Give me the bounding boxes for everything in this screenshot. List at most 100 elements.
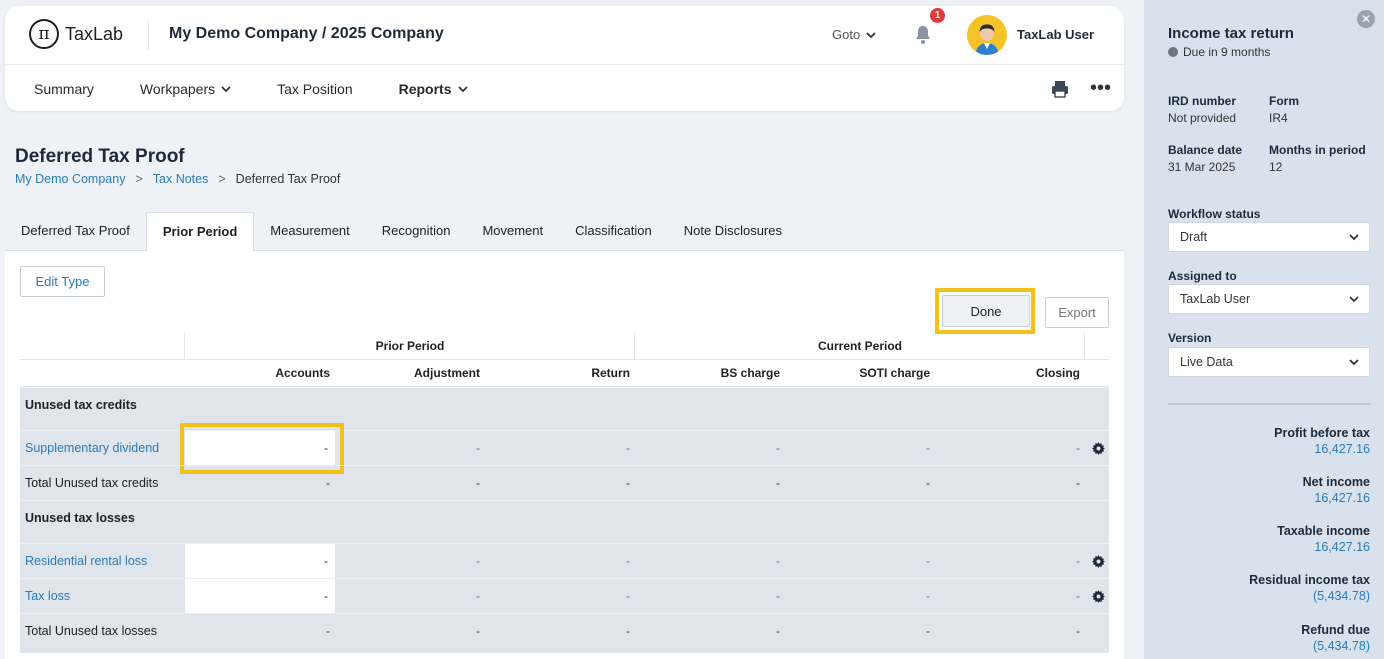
metric-value[interactable]: (5,434.78) xyxy=(1301,639,1370,653)
due-status: Due in 9 months xyxy=(1168,45,1270,59)
metric-profit-before-tax: Profit before tax 16,427.16 xyxy=(1274,426,1370,456)
metric-label: Residual income tax xyxy=(1249,573,1370,587)
total-label: Total Unused tax credits xyxy=(25,476,159,490)
months-value: 12 xyxy=(1269,160,1283,174)
table-column-header: Accounts Adjustment Return BS charge SOT… xyxy=(20,360,1109,387)
total-cell: - xyxy=(326,476,330,490)
metric-label: Refund due xyxy=(1301,623,1370,637)
accounts-input[interactable]: - xyxy=(185,544,335,579)
deferred-tax-table: Prior Period Current Period Accounts Adj… xyxy=(20,332,1109,653)
total-cell: - xyxy=(776,476,780,490)
adjustment-cell[interactable]: - xyxy=(335,554,485,568)
metric-value[interactable]: (5,434.78) xyxy=(1249,589,1370,603)
group-prior-period: Prior Period xyxy=(375,339,445,353)
nav-reports[interactable]: Reports xyxy=(399,81,468,97)
panel-title: Income tax return xyxy=(1168,25,1294,42)
tab-movement[interactable]: Movement xyxy=(466,212,559,250)
total-cell: - xyxy=(776,624,780,638)
return-cell[interactable]: - xyxy=(485,589,635,603)
total-row: Total Unused tax credits - - - - - - xyxy=(20,465,1109,500)
soti-charge-cell[interactable]: - xyxy=(785,554,935,568)
goto-label: Goto xyxy=(832,27,861,42)
bs-charge-cell[interactable]: - xyxy=(635,554,785,568)
print-icon[interactable] xyxy=(1050,79,1070,99)
username[interactable]: TaxLab User xyxy=(1017,27,1094,42)
section-title: Unused tax credits xyxy=(25,398,137,412)
header-divider xyxy=(5,64,1124,65)
gear-icon[interactable] xyxy=(1092,442,1105,455)
tab-note-disclosures[interactable]: Note Disclosures xyxy=(668,212,798,250)
main-nav: Summary Workpapers Tax Position Reports xyxy=(34,81,514,97)
tab-deferred-tax-proof[interactable]: Deferred Tax Proof xyxy=(5,212,146,250)
taxlab-logo[interactable]: π TaxLab xyxy=(29,19,123,49)
assigned-to-select[interactable]: TaxLab User xyxy=(1168,284,1370,314)
more-options-icon[interactable]: ••• xyxy=(1090,78,1111,98)
user-avatar-icon xyxy=(975,24,999,55)
goto-dropdown[interactable]: Goto xyxy=(832,27,876,42)
breadcrumb-tax-notes[interactable]: Tax Notes xyxy=(153,172,209,186)
nav-tax-position[interactable]: Tax Position xyxy=(277,81,352,97)
row-label-supplementary-dividend[interactable]: Supplementary dividend xyxy=(25,441,159,455)
total-cell: - xyxy=(626,476,630,490)
bs-charge-cell[interactable]: - xyxy=(635,441,785,455)
total-cell: - xyxy=(326,624,330,638)
total-cell: - xyxy=(926,476,930,490)
chevron-down-icon xyxy=(866,31,876,38)
edit-type-button[interactable]: Edit Type xyxy=(20,266,105,297)
bs-charge-cell[interactable]: - xyxy=(635,589,785,603)
company-title: My Demo Company / 2025 Company xyxy=(169,25,444,42)
closing-cell[interactable]: - xyxy=(935,441,1085,455)
table-row: Tax loss - - - - - - xyxy=(20,578,1109,614)
version-select[interactable]: Live Data xyxy=(1168,347,1370,377)
closing-cell[interactable]: - xyxy=(935,589,1085,603)
tab-measurement[interactable]: Measurement xyxy=(254,212,365,250)
tab-prior-period[interactable]: Prior Period xyxy=(145,212,255,252)
gear-icon[interactable] xyxy=(1092,590,1105,603)
return-cell[interactable]: - xyxy=(485,554,635,568)
content-panel: Edit Type Done Export Prior Period Curre… xyxy=(5,251,1124,659)
due-text: Due in 9 months xyxy=(1183,45,1271,59)
done-button[interactable]: Done xyxy=(942,295,1030,327)
metric-label: Taxable income xyxy=(1277,524,1370,538)
chevron-down-icon xyxy=(1349,359,1359,366)
form-value: IR4 xyxy=(1269,111,1288,125)
adjustment-cell[interactable]: - xyxy=(335,441,485,455)
section-header: Unused tax losses xyxy=(20,500,1109,543)
nav-workpapers-label: Workpapers xyxy=(139,81,216,97)
assigned-value: TaxLab User xyxy=(1180,292,1251,306)
total-cell: - xyxy=(476,476,480,490)
row-label-tax-loss[interactable]: Tax loss xyxy=(25,589,70,603)
nav-summary[interactable]: Summary xyxy=(34,81,94,97)
adjustment-cell[interactable]: - xyxy=(335,589,485,603)
tab-recognition[interactable]: Recognition xyxy=(366,212,467,250)
close-icon[interactable]: ✕ xyxy=(1357,10,1375,28)
col-soti-charge: SOTI charge xyxy=(859,366,930,380)
export-button[interactable]: Export xyxy=(1045,297,1109,328)
breadcrumb-separator: > xyxy=(135,172,143,186)
total-label: Total Unused tax losses xyxy=(25,624,158,638)
breadcrumb-company[interactable]: My Demo Company xyxy=(15,172,125,186)
avatar[interactable] xyxy=(967,15,1007,55)
tab-classification[interactable]: Classification xyxy=(559,212,668,250)
return-cell[interactable]: - xyxy=(485,441,635,455)
workflow-status-select[interactable]: Draft xyxy=(1168,222,1370,252)
pi-logo-icon: π xyxy=(29,19,59,49)
metric-value[interactable]: 16,427.16 xyxy=(1277,540,1370,554)
metric-residual-income-tax: Residual income tax (5,434.78) xyxy=(1249,573,1370,603)
workflow-label: Workflow status xyxy=(1168,207,1261,221)
soti-charge-cell[interactable]: - xyxy=(785,441,935,455)
metric-label: Net income xyxy=(1302,475,1370,489)
nav-tax-position-label: Tax Position xyxy=(277,81,353,97)
nav-workpapers[interactable]: Workpapers xyxy=(140,81,231,97)
total-cell: - xyxy=(1076,476,1080,490)
row-label-residential-rental-loss[interactable]: Residential rental loss xyxy=(25,554,147,568)
gear-icon[interactable] xyxy=(1092,555,1105,568)
metric-value[interactable]: 16,427.16 xyxy=(1303,491,1370,505)
closing-cell[interactable]: - xyxy=(935,554,1085,568)
metric-value[interactable]: 16,427.16 xyxy=(1274,442,1370,456)
breadcrumb: My Demo Company > Tax Notes > Deferred T… xyxy=(15,172,340,186)
soti-charge-cell[interactable]: - xyxy=(785,589,935,603)
bell-icon[interactable] xyxy=(911,23,935,47)
tax-return-panel: ✕ Income tax return Due in 9 months IRD … xyxy=(1144,0,1384,659)
accounts-input[interactable]: - xyxy=(185,579,335,614)
